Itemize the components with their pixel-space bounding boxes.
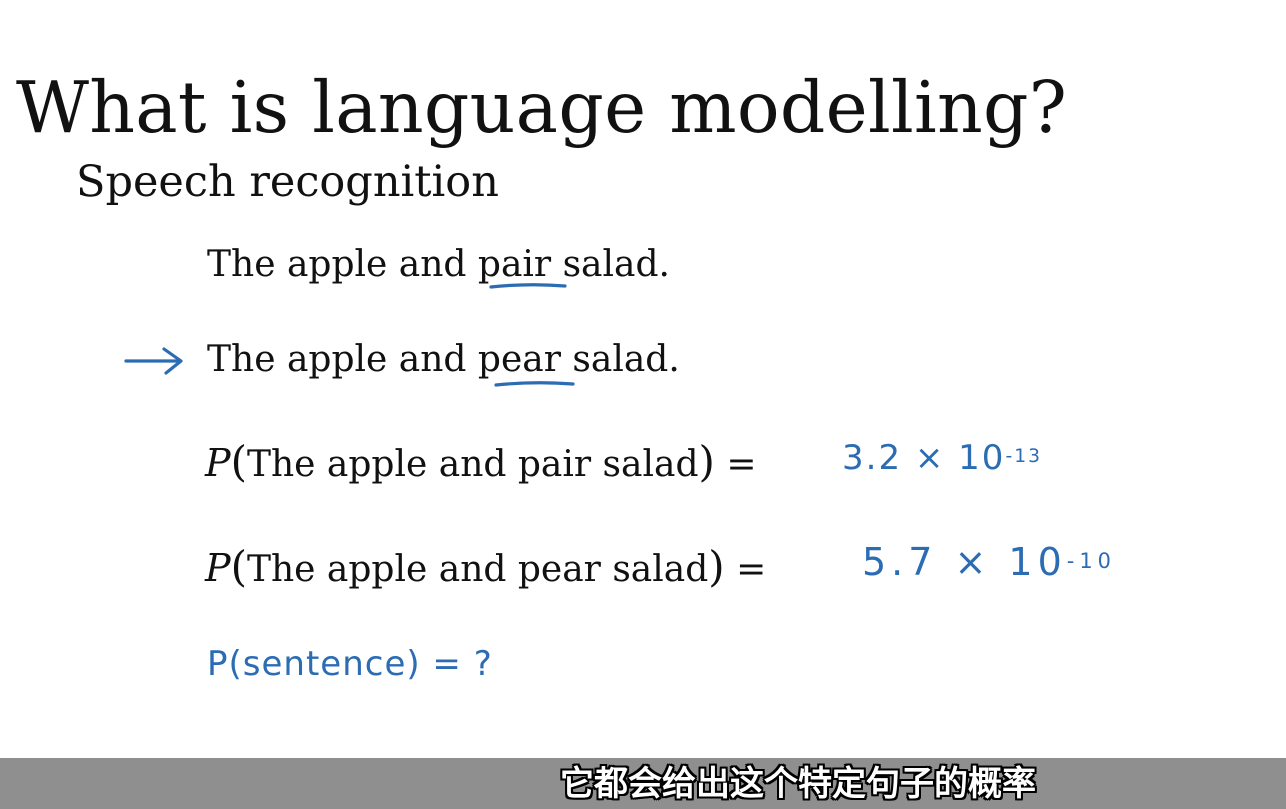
prob-close-paren: ): [708, 542, 725, 591]
arrow-icon: [124, 347, 183, 375]
handwritten-value-pair: 3.2 × 10-13: [842, 438, 1042, 478]
value-mantissa: 5.7 × 10: [862, 540, 1067, 584]
video-caption: 它都会给出这个特定句子的概率: [560, 764, 1036, 804]
sentence-pre: The apple and: [207, 339, 478, 380]
prob-open-paren: (: [230, 437, 247, 486]
value-exponent: -10: [1066, 548, 1116, 573]
sentence-post: salad.: [551, 244, 670, 285]
prob-open-paren: (: [230, 542, 247, 591]
handwritten-value-pear: 5.7 × 10-10: [862, 540, 1116, 584]
prob-symbol: P: [205, 546, 231, 590]
prob-argument: The apple and pear salad: [246, 549, 709, 590]
underlined-word-pear: pear: [477, 339, 561, 380]
probability-pear: P(The apple and pear salad) =: [205, 542, 766, 595]
value-exponent: -13: [1005, 446, 1042, 468]
sentence-post: salad.: [560, 339, 680, 380]
value-mantissa: 3.2 × 10: [842, 438, 1006, 478]
subtitle: Speech recognition: [76, 157, 499, 207]
prob-equals: =: [714, 444, 757, 485]
prob-close-paren: ): [698, 437, 715, 486]
probability-pair: P(The apple and pair salad) =: [205, 437, 757, 490]
prob-equals: =: [724, 549, 767, 590]
sentence-pear: The apple and pear salad.: [207, 336, 680, 384]
prob-argument: The apple and pair salad: [246, 444, 699, 485]
sentence-pre: The apple and: [207, 244, 478, 285]
underlined-word-pair: pair: [477, 244, 552, 285]
handwritten-query: P(sentence) = ?: [207, 644, 493, 684]
sentence-pair: The apple and pair salad.: [207, 241, 670, 289]
prob-symbol: P: [205, 441, 231, 485]
slide-title: What is language modelling?: [16, 65, 1068, 149]
